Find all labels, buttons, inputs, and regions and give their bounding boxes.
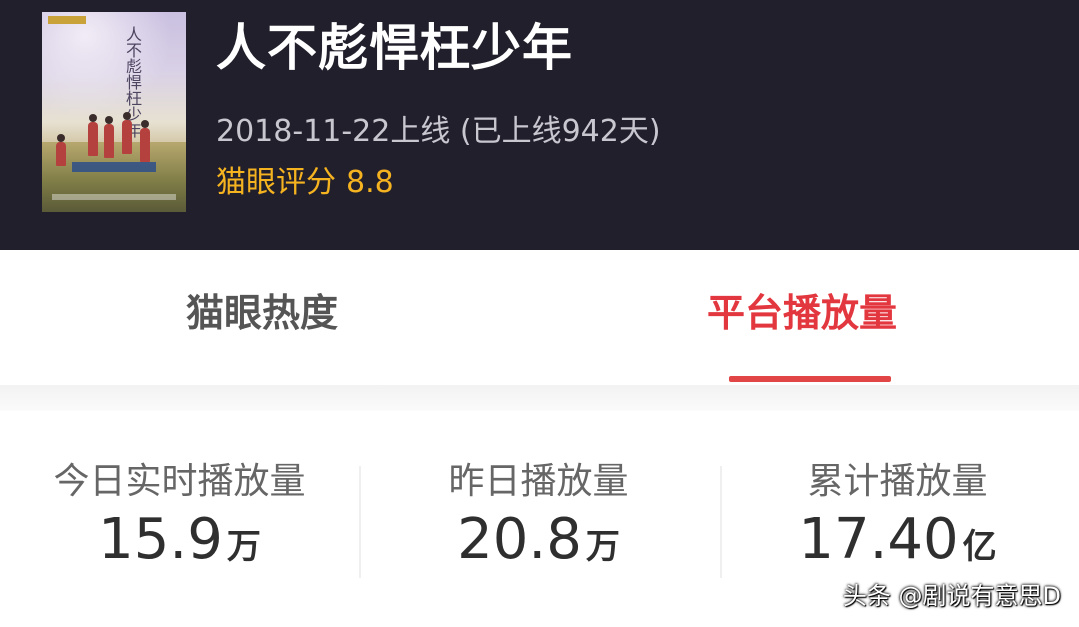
show-title: 人不彪悍枉少年 — [216, 19, 573, 77]
stat-label: 累计播放量 — [807, 461, 988, 502]
poster-figure-head — [105, 116, 113, 124]
tab-platform-plays[interactable]: 平台播放量 — [707, 288, 897, 338]
section-separator — [0, 385, 1079, 411]
poster-figure — [140, 128, 150, 162]
stat-value: 17.40 亿 — [718, 507, 1077, 586]
stat-label: 今日实时播放量 — [53, 461, 306, 502]
poster-figure-head — [89, 114, 97, 122]
show-poster-image[interactable]: 人不彪悍枉少年 — [42, 12, 186, 212]
show-header: 人不彪悍枉少年 人不彪悍枉少年 2018-11-22上线 (已上线942天) 猫… — [0, 0, 1079, 250]
stat-number: 15.9 — [98, 507, 223, 572]
poster-figure — [122, 120, 132, 154]
release-info: 2018-11-22上线 (已上线942天) — [216, 114, 661, 149]
poster-figure-head — [141, 120, 149, 128]
poster-sky — [42, 12, 186, 132]
poster-credits — [52, 194, 176, 200]
stat-number: 17.40 — [798, 507, 959, 572]
stat-unit: 万 — [226, 527, 261, 567]
poster-figure — [56, 142, 66, 166]
poster-figure-head — [123, 112, 131, 120]
stat-unit: 万 — [585, 527, 620, 567]
poster-figure — [104, 124, 114, 158]
stat-label: 昨日播放量 — [448, 461, 629, 502]
source-watermark: 头条 @剧说有意思D — [842, 582, 1061, 610]
stat-yesterday: 昨日播放量 20.8 万 — [359, 411, 718, 627]
stat-value: 15.9 万 — [0, 507, 359, 586]
stat-number: 20.8 — [457, 507, 582, 572]
active-tab-indicator — [729, 376, 891, 382]
tab-maoyan-heat[interactable]: 猫眼热度 — [186, 288, 338, 338]
poster-figure-head — [57, 134, 65, 142]
stat-unit: 亿 — [962, 527, 997, 567]
rating-line: 猫眼评分 8.8 — [216, 163, 404, 203]
rating-value: 8.8 — [346, 165, 394, 200]
stat-value: 20.8 万 — [359, 507, 718, 586]
rating-label: 猫眼评分 — [216, 165, 336, 200]
tab-bar: 猫眼热度 平台播放量 — [0, 250, 1079, 385]
poster-badge — [48, 16, 86, 24]
poster-banner — [72, 162, 156, 172]
poster-figure — [88, 122, 98, 156]
stat-today-realtime: 今日实时播放量 15.9 万 — [0, 411, 359, 627]
